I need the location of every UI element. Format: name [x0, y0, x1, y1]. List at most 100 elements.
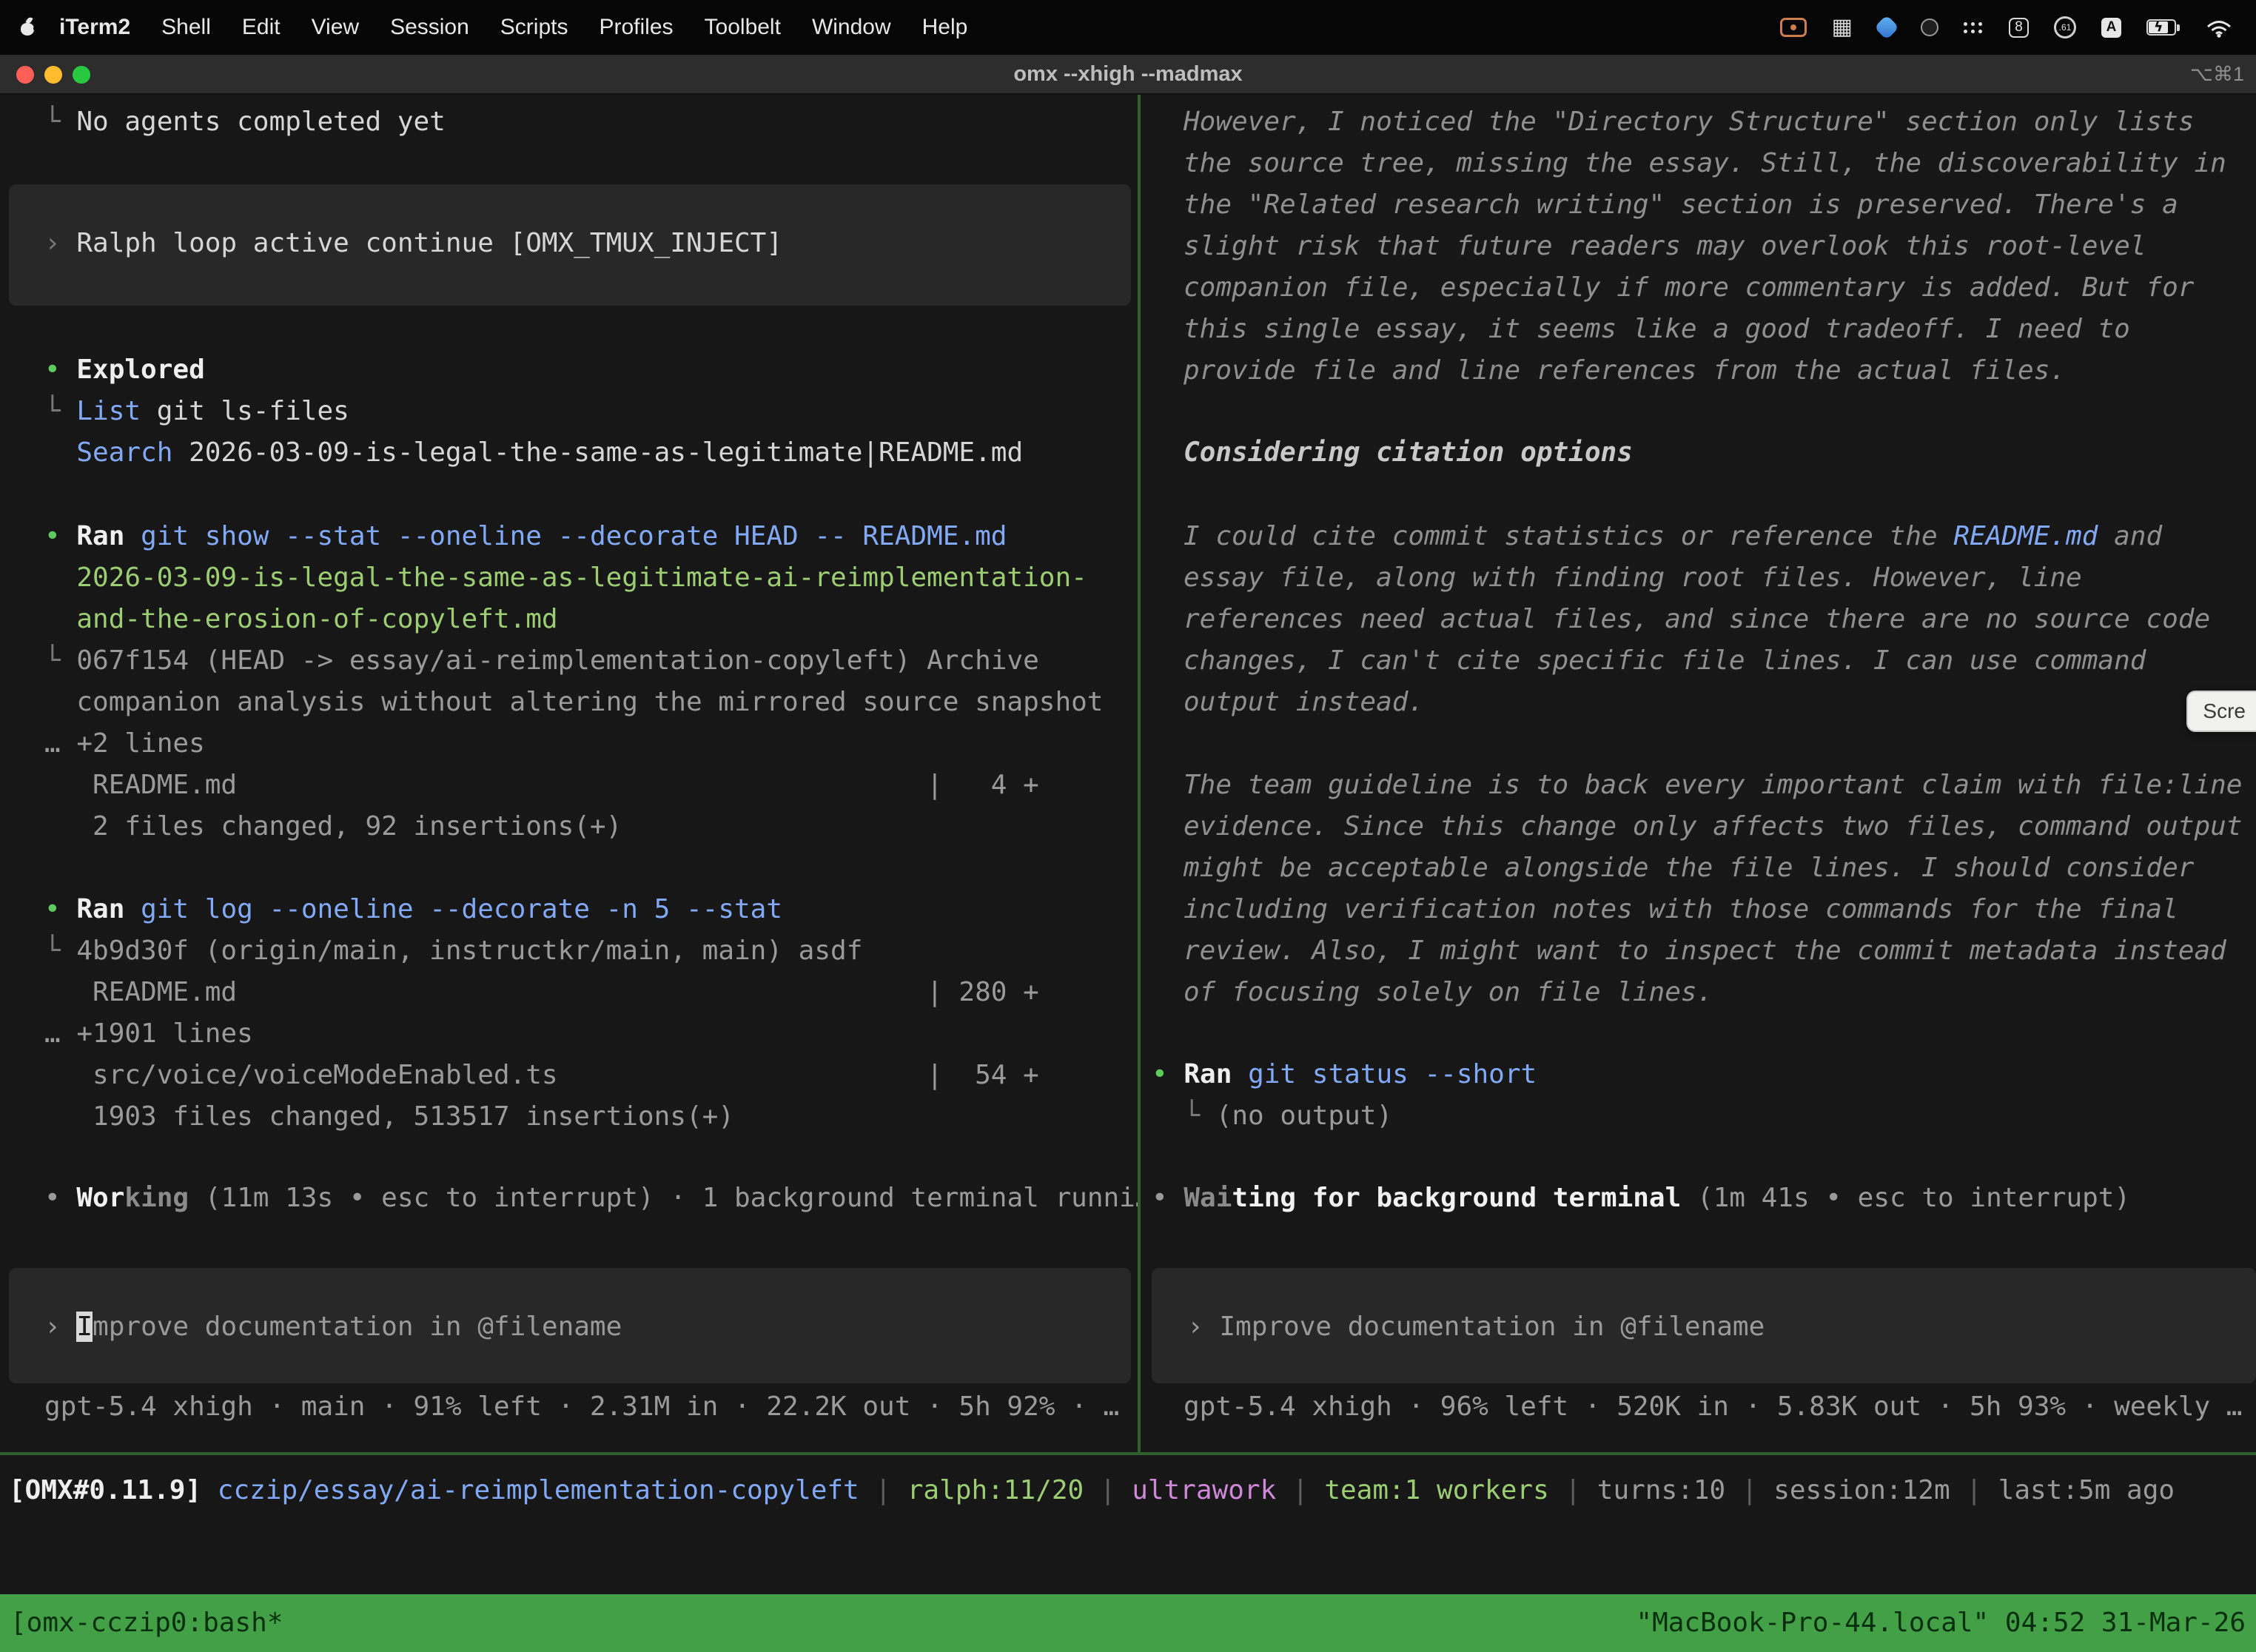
text-segment: |	[1276, 1475, 1324, 1505]
menu-item-help[interactable]: Help	[922, 15, 968, 40]
menu-item-scripts[interactable]: Scripts	[500, 15, 568, 40]
terminal-line: 1903 files changed, 513517 insertions(+)	[44, 1096, 1039, 1138]
terminal-line: … +1901 lines	[44, 1013, 1039, 1055]
text-segment: team:1 workers	[1324, 1475, 1548, 1505]
pane-divider-vertical[interactable]	[1138, 95, 1141, 1452]
text-segment: essay file, along with finding root file…	[1184, 563, 2082, 593]
text-segment: (no output)	[1216, 1101, 1392, 1131]
terminal-line: output instead.	[1184, 682, 2210, 723]
terminal-line: might be acceptable alongside the file l…	[1184, 847, 2242, 889]
text-segment: last:5m ago	[1998, 1475, 2175, 1505]
terminal-line: • Waiting for background terminal (1m 41…	[1152, 1178, 2130, 1219]
screen-recording-indicator-icon[interactable]	[1780, 18, 1807, 37]
terminal-line: Considering citation options	[1184, 432, 1633, 474]
tmux-host-clock-label: "MacBook-Pro-44.local" 04:52 31-Mar-26	[1636, 1594, 2246, 1652]
text-segment: └	[1152, 1101, 1216, 1131]
menu-item-shell[interactable]: Shell	[161, 15, 211, 40]
text-segment: of focusing solely on file lines.	[1184, 977, 1713, 1007]
text-segment: 4b9d30f (origin/main, instructkr/main, m…	[76, 936, 862, 966]
menu-item-iterm2[interactable]: iTerm2	[59, 15, 130, 40]
terminal-line: • Ran git status --short	[1152, 1054, 1537, 1095]
grid-icon[interactable]: ▦	[1832, 16, 1853, 38]
menu-item-edit[interactable]: Edit	[242, 15, 281, 40]
text-segment: README.md | 4 +	[44, 770, 1039, 800]
terminal-line: └ 067f154 (HEAD -> essay/ai-reimplementa…	[44, 640, 1103, 682]
git-status-block: • Ran git status --short └ (no output)	[1152, 1054, 1537, 1137]
terminal-line: › Improve documentation in @filename	[44, 1306, 1131, 1348]
screenshot-chip[interactable]: Scre	[2186, 691, 2256, 732]
text-segment: Explored	[76, 355, 204, 385]
text-segment: Considering citation options	[1184, 437, 1633, 468]
text-segment: README.md | 280 +	[44, 977, 1039, 1007]
text-segment: output instead.	[1184, 687, 1424, 717]
text-segment: 1903 files changed, 513517 insertions(+)	[44, 1101, 734, 1132]
terminal-line: └ 4b9d30f (origin/main, instructkr/main,…	[44, 930, 1039, 972]
text-segment: the "Related research writing" section i…	[1184, 189, 2178, 220]
input-source-icon[interactable]: A	[2101, 18, 2121, 38]
terminal-line: However, I noticed the "Directory Struct…	[1184, 101, 2226, 143]
text-segment: companion file, especially if more comme…	[1184, 272, 2194, 303]
battery-icon[interactable]: ϟ	[2146, 19, 2181, 36]
terminal-line: companion file, especially if more comme…	[1184, 267, 2226, 309]
terminal-line: changes, I can't cite specific file line…	[1184, 640, 2210, 682]
text-segment: README.md	[1953, 521, 2098, 551]
text-segment: and-the-erosion-of-copyleft.md	[44, 604, 558, 634]
terminal-line: • Ran git show --stat --oneline --decora…	[44, 516, 1103, 557]
text-segment: gpt-5.4 xhigh · main · 91% left · 2.31M …	[44, 1391, 1119, 1422]
prompt-input-left[interactable]: › Improve documentation in @filename	[9, 1268, 1131, 1383]
text-segment: |	[1725, 1475, 1773, 1505]
text-segment: Ralph loop active continue [OMX_TMUX_INJ…	[76, 228, 782, 258]
text-segment: gpt-5.4 xhigh · 96% left · 520K in · 5.8…	[1184, 1391, 2242, 1422]
terminal-line: of focusing solely on file lines.	[1184, 972, 2242, 1013]
terminal-pane-right[interactable]: However, I noticed the "Directory Struct…	[1141, 95, 2256, 1452]
terminal-line: provide file and line references from th…	[1184, 350, 2226, 392]
terminal-line: slight risk that future readers may over…	[1184, 226, 2226, 267]
text-segment: review. Also, I might want to inspect th…	[1184, 936, 2226, 966]
menu-item-window[interactable]: Window	[812, 15, 891, 40]
text-segment: However, I noticed the "Directory Struct…	[1184, 107, 2194, 137]
menu-item-session[interactable]: Session	[390, 15, 469, 40]
menu-item-toolbelt[interactable]: Toolbelt	[705, 15, 781, 40]
menu-item-view[interactable]: View	[312, 15, 359, 40]
omx-status-bar: [OMX#0.11.9] cczip/essay/ai-reimplementa…	[9, 1470, 2252, 1511]
menu-items: iTerm2 Shell Edit View Session Scripts Profile…	[59, 15, 967, 40]
text-segment: •	[44, 894, 76, 924]
terminal-line: src/voice/voiceModeEnabled.ts | 54 +	[44, 1055, 1039, 1096]
wifi-icon[interactable]	[2206, 18, 2232, 38]
text-segment: and	[2098, 521, 2162, 551]
text-segment: src/voice/voiceModeEnabled.ts | 54 +	[44, 1060, 1039, 1090]
text-segment	[44, 437, 76, 468]
blue-app-icon[interactable]	[1874, 15, 1899, 40]
apple-menu-icon[interactable]	[19, 16, 37, 38]
terminal-line: and-the-erosion-of-copyleft.md	[44, 599, 1103, 640]
text-segment: •	[44, 1183, 76, 1213]
terminal-line: gpt-5.4 xhigh · main · 91% left · 2.31M …	[44, 1386, 1119, 1428]
text-segment: The team guideline is to back every impo…	[1184, 770, 2242, 800]
dark-circle-app-icon[interactable]	[1921, 19, 1938, 36]
text-segment: Ran	[1184, 1059, 1232, 1089]
text-segment: turns:10	[1597, 1475, 1725, 1505]
dots-grid-icon[interactable]	[1964, 21, 1984, 34]
terminal-line: › Improve documentation in @filename	[1187, 1306, 2256, 1348]
text-segment: |	[1084, 1475, 1132, 1505]
terminal-line: 2 files changed, 92 insertions(+)	[44, 806, 1103, 847]
menu-item-profiles[interactable]: Profiles	[599, 15, 673, 40]
text-segment: •	[1152, 1059, 1184, 1089]
text-segment: └	[44, 107, 76, 137]
model-status-line-left: gpt-5.4 xhigh · main · 91% left · 2.31M …	[44, 1386, 1119, 1428]
text-segment: Improve documentation in @filename	[1219, 1312, 1765, 1342]
text-segment: [OMX#0.11.9]	[9, 1475, 218, 1505]
pane-divider-horizontal	[0, 1452, 2256, 1455]
key-8-icon[interactable]: 8	[2009, 18, 2029, 38]
prompt-input-right[interactable]: › Improve documentation in @filename	[1152, 1268, 2256, 1383]
gauge-icon[interactable]: .61	[2054, 16, 2076, 38]
text-segment: references need actual files, and since …	[1184, 604, 2210, 634]
terminal-pane-left[interactable]: └ No agents completed yet › Ralph loop a…	[0, 95, 1138, 1452]
menu-bar: iTerm2 Shell Edit View Session Scripts Profile…	[0, 0, 2256, 55]
text-segment	[124, 894, 141, 924]
terminal-line: this single essay, it seems like a good …	[1184, 309, 2226, 350]
text-segment: Wor	[76, 1183, 124, 1213]
reasoning-heading: Considering citation options	[1184, 432, 1633, 474]
terminal-line: README.md | 280 +	[44, 972, 1039, 1013]
text-segment: └	[44, 936, 76, 966]
